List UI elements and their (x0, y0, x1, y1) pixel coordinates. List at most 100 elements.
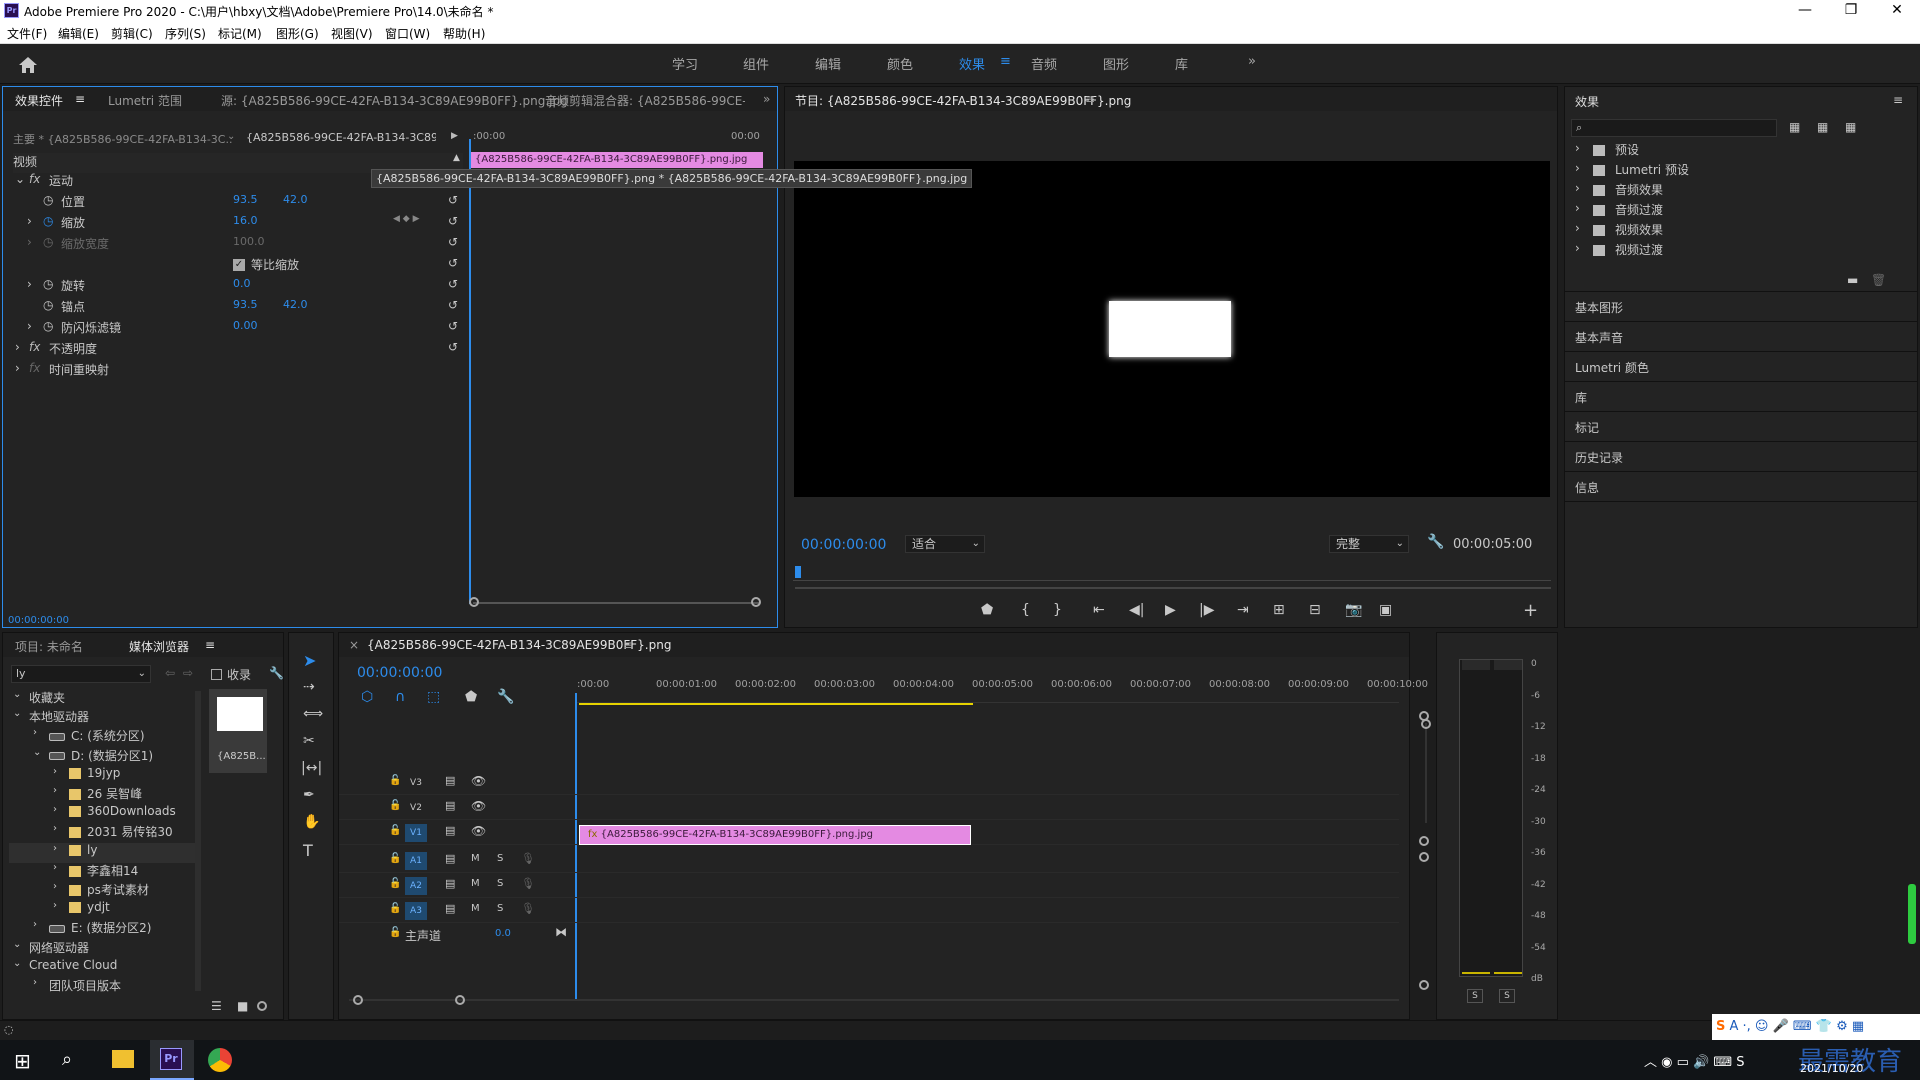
sync-lock-icon[interactable]: ▤ (445, 902, 455, 915)
tree-item[interactable]: › 26 吴智峰 (9, 785, 195, 805)
tab-lumetri-scopes[interactable]: Lumetri 范围 (108, 92, 182, 109)
opacity-row[interactable]: › fx 不透明度 ↺ (13, 340, 463, 360)
effects-folder-lumetri-presets[interactable]: › Lumetri 预设 (1571, 161, 1911, 181)
razor-tool-icon[interactable]: ✂ (303, 733, 315, 749)
reset-icon[interactable]: ↺ (448, 298, 458, 312)
go-to-out-icon[interactable]: ⇥ (1237, 602, 1249, 618)
workspace-editing[interactable]: 编辑 (815, 54, 841, 73)
tab-program[interactable]: 节目: {A825B586-99CE-42FA-B134-3C89AE99B0F… (795, 92, 1131, 109)
nest-icon[interactable]: ⬡ (361, 689, 373, 705)
microphone-icon[interactable]: 🎙 (521, 902, 535, 915)
type-tool-icon[interactable]: T (303, 841, 313, 860)
section-essential-sound[interactable]: 基本声音 (1575, 329, 1623, 346)
workspace-effects-menu-icon[interactable]: ≡ (1000, 54, 1011, 69)
section-essential-graphics[interactable]: 基本图形 (1575, 299, 1623, 316)
chevron-icon[interactable]: › (53, 900, 57, 911)
chevron-icon[interactable]: › (33, 919, 37, 930)
chevron-icon[interactable]: › (33, 727, 37, 738)
timeline-zoom-handle-right[interactable] (455, 995, 465, 1005)
step-back-icon[interactable]: ◀| (1129, 602, 1144, 618)
microphone-icon[interactable]: 🎙 (521, 852, 535, 865)
linked-selection-icon[interactable]: ⬚ (427, 689, 440, 705)
effects-folder-presets[interactable]: › 预设 (1571, 141, 1911, 161)
chevron-icon[interactable]: ⌄ (13, 958, 21, 969)
pen-tool-icon[interactable]: ✒ (303, 787, 315, 803)
step-forward-icon[interactable]: |▶ (1199, 602, 1214, 618)
minimize-button[interactable]: — (1782, 0, 1828, 22)
tree-item[interactable]: ⌄ 网络驱动器 (9, 939, 195, 959)
quality-dropdown[interactable]: 完整 ⌄ (1329, 535, 1409, 553)
tree-item[interactable]: › ydjt (9, 900, 195, 920)
program-current-timecode[interactable]: 00:00:00:00 (801, 537, 886, 553)
audio-scroll-handle-bottom[interactable] (1419, 980, 1429, 990)
lock-icon[interactable]: 🔓 (389, 800, 401, 811)
master-volume-value[interactable]: 0.0 (495, 928, 511, 939)
tree-item[interactable]: › E: (数据分区2) (9, 919, 195, 939)
zoom-slider-handle[interactable] (257, 1001, 267, 1011)
program-video-frame[interactable] (794, 161, 1550, 497)
play-icon[interactable]: ▶ (1165, 602, 1176, 618)
tab-audio-clip-mixer[interactable]: 音频剪辑混合器: {A825B586-99CE-4 (545, 92, 745, 109)
lock-icon[interactable]: 🔓 (389, 853, 401, 864)
eye-icon[interactable]: 👁 (471, 824, 486, 838)
panel-overflow-icon[interactable]: » (763, 92, 770, 106)
add-marker-icon[interactable]: ⬟ (465, 689, 477, 705)
selection-tool-icon[interactable]: ➤ (303, 651, 316, 670)
program-playhead[interactable] (795, 566, 801, 578)
tree-item[interactable]: › C: (系统分区) (9, 727, 195, 747)
uniform-scale-checkbox[interactable]: ✓ (233, 259, 245, 271)
system-tray-icons[interactable]: ︿ ◉ ▭ 🔊 ⌨ S (1644, 1051, 1745, 1070)
lift-icon[interactable]: ⊞ (1273, 602, 1285, 618)
effects-folder-audio-transitions[interactable]: › 音频过渡 (1571, 201, 1911, 221)
wrench-icon[interactable]: 🔧 (269, 666, 284, 680)
chevron-icon[interactable]: › (53, 843, 57, 854)
workspace-color[interactable]: 颜色 (887, 54, 913, 73)
menu-marker[interactable]: 标记(M) (218, 25, 262, 42)
section-info[interactable]: 信息 (1575, 479, 1599, 496)
menu-window[interactable]: 窗口(W) (385, 25, 430, 42)
video-scroll-handle-bottom[interactable] (1419, 836, 1429, 846)
windows-start-icon[interactable]: ⊞ (14, 1049, 31, 1073)
rotation-value[interactable]: 0.0 (233, 277, 251, 290)
add-marker-icon[interactable]: ⬟ (981, 602, 993, 618)
workspace-audio[interactable]: 音频 (1031, 54, 1057, 73)
stopwatch-icon[interactable]: ◷ (43, 298, 53, 312)
tab-effect-controls[interactable]: 效果控件 (15, 92, 63, 109)
master-dropdown-icon[interactable]: ⌄ (227, 131, 235, 142)
extract-icon[interactable]: ⊟ (1309, 602, 1321, 618)
media-search-input[interactable]: ly ⌄ (11, 665, 151, 683)
restore-button[interactable]: ❐ (1828, 0, 1874, 22)
track-target-a1[interactable]: A1 (405, 852, 427, 870)
workspace-learn[interactable]: 学习 (672, 54, 698, 73)
solo-button[interactable]: S (497, 878, 503, 889)
tab-menu-icon[interactable]: ≡ (75, 92, 85, 106)
wrench-icon[interactable]: 🔧 (1427, 534, 1444, 550)
stopwatch-icon[interactable]: ◷ (43, 193, 53, 207)
menu-clip[interactable]: 剪辑(C) (111, 25, 153, 42)
lock-icon[interactable]: 🔓 (389, 825, 401, 836)
timeline-zoom-handle-left[interactable] (353, 995, 363, 1005)
taskbar-premiere[interactable]: Pr (150, 1040, 194, 1080)
track-target-v1[interactable]: V1 (405, 824, 427, 842)
reset-icon[interactable]: ↺ (448, 193, 458, 207)
mute-button[interactable]: M (471, 903, 480, 914)
position-x-value[interactable]: 93.5 (233, 193, 258, 206)
timeline-ruler[interactable]: :00:00 00:00:01:00 00:00:02:00 00:00:03:00 0… (577, 675, 1452, 703)
list-view-icon[interactable]: ☰ (211, 999, 222, 1013)
timeline-settings-icon[interactable]: 🔧 (497, 689, 514, 705)
fx-badge-icon[interactable]: fx (29, 340, 40, 354)
chevron-icon[interactable]: › (33, 977, 37, 988)
chevron-icon[interactable]: › (53, 862, 57, 873)
position-y-value[interactable]: 42.0 (283, 193, 308, 206)
accelerated-effects-icon[interactable]: ▦ (1789, 120, 1800, 134)
search-icon[interactable]: ⌕ (62, 1049, 72, 1070)
timeline-h-scrollbar[interactable] (349, 999, 1399, 1001)
chevron-icon[interactable]: ⌄ (33, 747, 41, 758)
new-bin-icon[interactable]: ▬ (1847, 273, 1858, 287)
sync-lock-icon[interactable]: ▤ (445, 852, 455, 865)
sync-lock-icon[interactable]: ▤ (445, 799, 455, 812)
solo-button[interactable]: S (497, 853, 503, 864)
go-to-in-icon[interactable]: ⇤ (1093, 602, 1105, 618)
stopwatch-icon[interactable]: ◷ (43, 319, 53, 333)
file-explorer-icon[interactable] (112, 1050, 134, 1068)
